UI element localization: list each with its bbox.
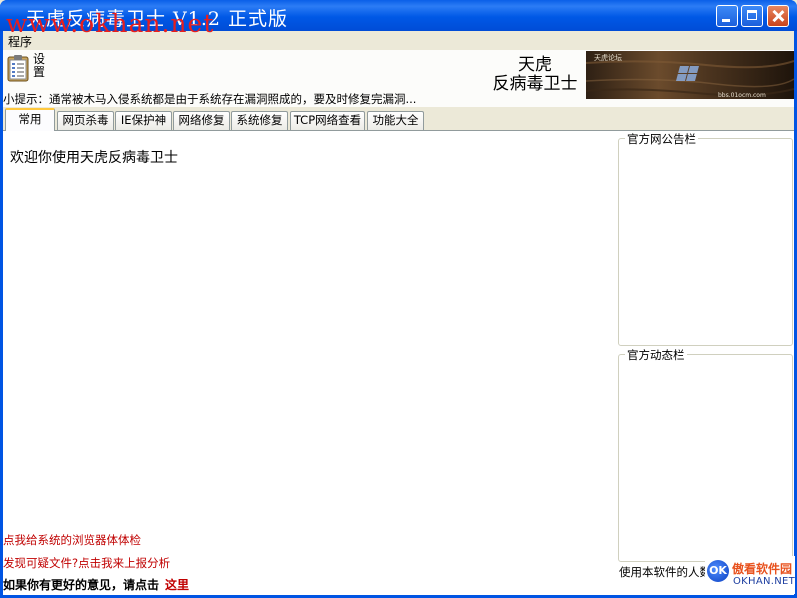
clipboard-settings-icon bbox=[7, 55, 29, 82]
welcome-message: 欢迎你使用天虎反病毒卫士 bbox=[10, 150, 178, 166]
toolbar: 设置 天虎 反病毒卫士 天虎论坛 bbs.01ocm.com 小提示：通常被木马… bbox=[3, 50, 794, 107]
maximize-button[interactable] bbox=[741, 5, 763, 27]
app-window: 天虎反病毒卫士 V1.2 正式版 www.okhan.net 程序 设置 天虎 bbox=[0, 0, 797, 598]
news-title: 官方动态栏 bbox=[625, 347, 687, 363]
settings-label: 设置 bbox=[33, 52, 46, 79]
tab-network-repair[interactable]: 网络修复 bbox=[173, 111, 230, 130]
site-watermark: www.okhan.net bbox=[6, 9, 215, 38]
brand-line-2: 反病毒卫士 bbox=[492, 74, 578, 94]
minimize-icon bbox=[722, 19, 730, 22]
banner-title: 天虎论坛 bbox=[594, 53, 622, 62]
close-button[interactable] bbox=[767, 5, 789, 27]
tab-all-functions[interactable]: 功能大全 bbox=[367, 111, 424, 130]
browser-check-link[interactable]: 点我给系统的浏览器体体检 bbox=[3, 532, 141, 548]
news-group: 官方动态栏 bbox=[618, 347, 793, 562]
settings-button[interactable]: 设置 bbox=[5, 53, 51, 83]
client-area: 程序 设置 天虎 反病毒卫士 天虎论坛 bbs.01ocm.com 小提示：通常… bbox=[3, 31, 795, 595]
tab-tcp-viewer[interactable]: TCP网络查看 bbox=[290, 111, 365, 130]
feedback-text: 如果你有更好的意见，请点击 bbox=[3, 578, 160, 592]
maximize-icon bbox=[747, 10, 757, 20]
tab-ie-protector[interactable]: IE保护神 bbox=[115, 111, 172, 130]
wood-banner-graphic: 天虎论坛 bbs.01ocm.com bbox=[586, 51, 794, 99]
okhan-logo-icon: OK bbox=[707, 560, 729, 582]
tab-common[interactable]: 常用 bbox=[5, 108, 55, 131]
logo-cn-text: 傲看软件园 bbox=[732, 562, 793, 576]
tab-web-antivirus[interactable]: 网页杀毒 bbox=[57, 111, 114, 130]
tab-system-repair[interactable]: 系统修复 bbox=[231, 111, 288, 130]
announcement-title: 官方网公告栏 bbox=[625, 131, 698, 147]
minimize-button[interactable] bbox=[716, 5, 738, 27]
feedback-line: 如果你有更好的意见，请点击 这里 bbox=[3, 576, 189, 593]
tab-strip: 常用 网页杀毒 IE保护神 网络修复 系统修复 TCP网络查看 功能大全 bbox=[3, 107, 794, 131]
feedback-link[interactable]: 这里 bbox=[165, 578, 189, 592]
user-count-text: 使用本软件的人数 bbox=[619, 565, 711, 579]
main-content: 欢迎你使用天虎反病毒卫士 bbox=[3, 131, 615, 571]
forum-banner[interactable]: 天虎论坛 bbs.01ocm.com bbox=[586, 51, 794, 99]
brand-name: 天虎 反病毒卫士 bbox=[485, 56, 585, 94]
announcement-group: 官方网公告栏 bbox=[618, 131, 793, 346]
tab-panel-common: 欢迎你使用天虎反病毒卫士 官方网公告栏 官方动态栏 点我给系统的浏览器体体检 发… bbox=[3, 130, 795, 595]
brand-line-1: 天虎 bbox=[518, 55, 552, 75]
okhan-logo: OK 傲看软件园 OKHAN.NET bbox=[705, 556, 795, 594]
report-file-link[interactable]: 发现可疑文件?点击我来上报分析 bbox=[3, 555, 170, 571]
logo-en-text: OKHAN.NET bbox=[733, 576, 796, 587]
banner-url: bbs.01ocm.com bbox=[718, 92, 766, 99]
tip-text: 小提示：通常被木马入侵系统都是由于系统存在漏洞照成的，要及时修复完漏洞... bbox=[3, 92, 417, 106]
